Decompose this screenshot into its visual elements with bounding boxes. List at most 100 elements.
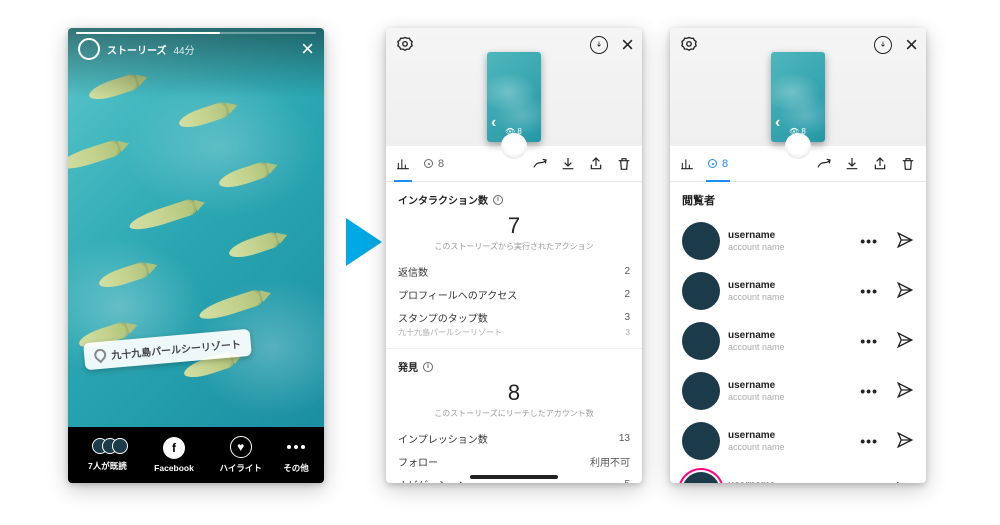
avatar[interactable] xyxy=(682,272,720,310)
facebook-icon: f xyxy=(163,437,185,459)
send-message-icon[interactable] xyxy=(896,281,914,302)
tab-insights[interactable] xyxy=(680,146,694,181)
viewer-more-icon[interactable]: ••• xyxy=(860,383,878,399)
info-icon[interactable]: i xyxy=(493,195,503,205)
avatar[interactable] xyxy=(682,422,720,460)
viewer-info: usernameaccount name xyxy=(728,230,785,253)
story-thumbnail[interactable]: ‹ 👁 8 xyxy=(771,52,825,142)
viewer-more-icon[interactable]: ••• xyxy=(860,283,878,299)
section-discovery-title: 発見 i xyxy=(398,359,630,374)
save-story-icon[interactable] xyxy=(874,36,892,54)
account-name: account name xyxy=(728,342,785,353)
close-icon[interactable]: × xyxy=(301,40,314,58)
viewer-more-icon[interactable]: ••• xyxy=(860,333,878,349)
viewer-row[interactable]: usernameaccount name ••• xyxy=(670,266,926,316)
story-progress xyxy=(76,32,316,34)
story-thumbnail[interactable]: ‹ 👁 8 xyxy=(487,52,541,142)
more-label: その他 xyxy=(283,462,309,474)
settings-icon[interactable] xyxy=(680,36,698,59)
share-icon[interactable] xyxy=(872,155,888,173)
delete-icon[interactable] xyxy=(616,155,632,173)
highlight-label: ハイライト xyxy=(220,462,262,474)
section-interactions-title: インタラクション数 i xyxy=(398,192,630,207)
viewers-heading: 閲覧者 xyxy=(682,192,914,208)
promote-icon[interactable] xyxy=(532,155,548,173)
download-icon[interactable] xyxy=(844,155,860,173)
download-icon[interactable] xyxy=(560,155,576,173)
eye-icon xyxy=(424,159,433,168)
chevron-left-icon: ‹ xyxy=(491,114,496,132)
share-icon[interactable] xyxy=(588,155,604,173)
chevron-left-icon: ‹ xyxy=(775,114,780,132)
avatar[interactable] xyxy=(682,222,720,260)
delete-icon[interactable] xyxy=(900,155,916,173)
highlight-button[interactable]: ♥ ハイライト xyxy=(207,436,274,474)
send-message-icon[interactable] xyxy=(896,481,914,484)
info-icon[interactable]: i xyxy=(423,362,433,372)
username: username xyxy=(728,380,785,392)
account-name: account name xyxy=(728,242,785,253)
viewer-info: usernameaccount name xyxy=(728,280,785,303)
viewer-info: usernameaccount name xyxy=(728,430,785,453)
avatar[interactable] xyxy=(682,372,720,410)
interactions-count: 7 xyxy=(386,213,642,239)
viewer-row[interactable]: usernameaccount name ••• xyxy=(670,216,926,266)
metric-row: フォロー利用不可 xyxy=(386,448,642,471)
more-button[interactable]: その他 xyxy=(274,436,318,474)
viewer-count-button[interactable]: 7人が既読 xyxy=(74,438,141,472)
tab-insights[interactable] xyxy=(396,146,410,181)
tab-view-count: 8 xyxy=(722,158,728,170)
send-message-icon[interactable] xyxy=(896,431,914,452)
username: username xyxy=(728,280,785,292)
stage: ストーリーズ 44分 × 九十九島パールシーリゾート 7人が既読 f Faceb… xyxy=(0,0,1000,483)
account-name: account name xyxy=(728,442,785,453)
account-name: account name xyxy=(728,292,785,303)
share-facebook-button[interactable]: f Facebook xyxy=(141,437,208,473)
viewer-count-label: 7人が既読 xyxy=(88,460,127,472)
story-time: 44分 xyxy=(174,42,195,57)
viewer-row[interactable]: usernameaccount name••• xyxy=(670,466,926,483)
story-bottom-bar: 7人が既読 f Facebook ♥ ハイライト その他 xyxy=(68,427,324,483)
panel-insights: × ‹ 👁 8 8 インタラクシ xyxy=(386,28,642,483)
action-icons xyxy=(816,155,916,173)
send-message-icon[interactable] xyxy=(896,381,914,402)
viewer-row[interactable]: usernameaccount name ••• xyxy=(670,416,926,466)
account-name: account name xyxy=(728,392,785,403)
home-indicator xyxy=(470,475,558,479)
interactions-sub: このストーリーズから実行されたアクション xyxy=(386,241,642,252)
insights-body: インタラクション数 i 7 このストーリーズから実行されたアクション 返信数2プ… xyxy=(386,182,642,483)
username: username xyxy=(728,330,785,342)
send-message-icon[interactable] xyxy=(896,331,914,352)
insights-header: × ‹ 👁 8 xyxy=(386,28,642,146)
tab-viewers[interactable]: 8 xyxy=(424,146,444,181)
avatar[interactable] xyxy=(682,322,720,360)
story-media[interactable]: ストーリーズ 44分 × 九十九島パールシーリゾート xyxy=(68,28,324,427)
more-icon xyxy=(285,436,307,458)
settings-icon[interactable] xyxy=(396,36,414,59)
panel-viewers: × ‹ 👁 8 8 閲覧者 usern xyxy=(670,28,926,483)
save-story-icon[interactable] xyxy=(590,36,608,54)
close-icon[interactable]: × xyxy=(905,32,918,58)
panel-story: ストーリーズ 44分 × 九十九島パールシーリゾート 7人が既読 f Faceb… xyxy=(68,28,324,483)
avatar[interactable] xyxy=(682,472,720,483)
viewer-row[interactable]: usernameaccount name ••• xyxy=(670,366,926,416)
viewer-info: usernameaccount name xyxy=(728,480,785,483)
send-message-icon[interactable] xyxy=(896,231,914,252)
promote-icon[interactable] xyxy=(816,155,832,173)
viewer-more-icon[interactable]: ••• xyxy=(860,433,878,449)
metric-row: 返信数2 xyxy=(386,258,642,281)
viewer-more-icon[interactable]: ••• xyxy=(860,233,878,249)
avatar[interactable] xyxy=(78,38,100,60)
close-icon[interactable]: × xyxy=(621,32,634,58)
eye-icon xyxy=(708,159,717,168)
metric-subrow: 九十九島パールシーリゾート3 xyxy=(386,327,642,344)
heart-icon: ♥ xyxy=(230,436,252,458)
viewer-avatars-icon xyxy=(92,438,122,454)
story-title: ストーリーズ xyxy=(107,42,167,57)
username: username xyxy=(728,430,785,442)
tab-viewers[interactable]: 8 xyxy=(708,146,728,181)
viewers-body: 閲覧者 usernameaccount name•••usernameaccou… xyxy=(670,182,926,483)
metric-row: スタンプのタップ数3 xyxy=(386,304,642,327)
username: username xyxy=(728,480,785,483)
viewer-row[interactable]: usernameaccount name ••• xyxy=(670,316,926,366)
